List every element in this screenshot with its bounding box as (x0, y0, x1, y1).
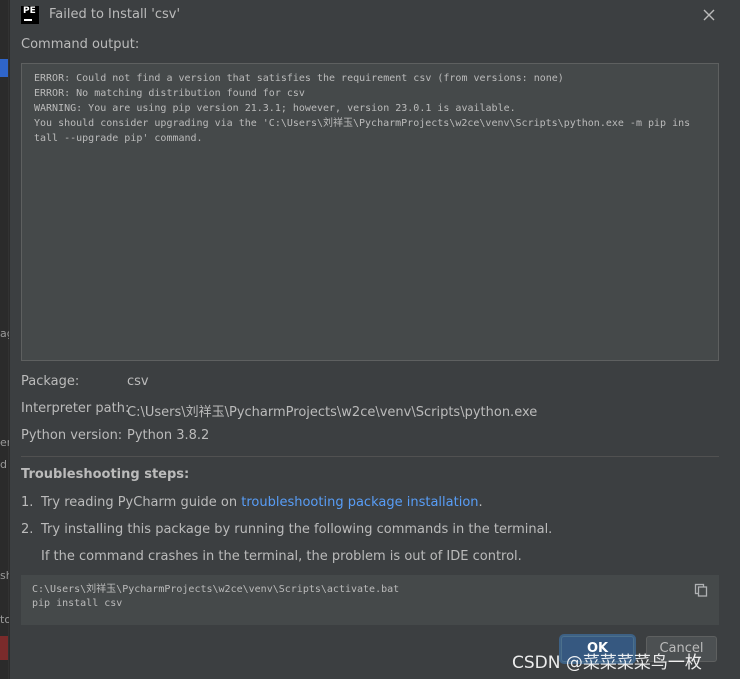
dialog-title: Failed to Install 'csv' (49, 7, 181, 22)
interpreter-value: C:\Users\刘祥玉\PycharmProjects\w2ce\venv\S… (127, 405, 538, 420)
close-icon[interactable] (700, 6, 718, 24)
ide-fragment: d (0, 458, 7, 471)
step-1-prefix: Try reading PyCharm guide on (41, 495, 242, 510)
command-output-text[interactable]: ERROR: Could not find a version that sat… (21, 63, 719, 361)
dialog-titlebar[interactable]: PE Failed to Install 'csv' (10, 0, 740, 30)
copy-icon[interactable] (694, 583, 708, 597)
divider (21, 456, 719, 457)
step-1-suffix: . (478, 495, 483, 510)
install-failed-dialog: PE Failed to Install 'csv' Command outpu… (9, 0, 740, 679)
command-output-label: Command output: (21, 37, 140, 52)
python-version-label: Python version: (21, 428, 123, 443)
step-2-note: If the command crashes in the terminal, … (41, 549, 522, 564)
troubleshooting-title: Troubleshooting steps: (21, 467, 190, 482)
python-version-value: Python 3.8.2 (127, 428, 210, 443)
package-value: csv (127, 374, 149, 389)
troubleshooting-guide-link[interactable]: troubleshooting package installation (241, 495, 478, 510)
interpreter-label: Interpreter path: (21, 401, 130, 416)
ide-error-strip (0, 636, 8, 660)
command-line: pip install csv (32, 598, 123, 609)
step-text: Try installing this package by running t… (41, 522, 553, 537)
command-line: C:\Users\刘祥玉\PycharmProjects\w2ce\venv\S… (32, 584, 400, 595)
terminal-commands-box[interactable]: C:\Users\刘祥玉\PycharmProjects\w2ce\venv\S… (21, 575, 719, 625)
csdn-watermark: CSDN @菜菜菜菜鸟一枚 (512, 653, 702, 673)
step-number: 1. (21, 495, 34, 510)
step-number: 2. (21, 522, 34, 537)
package-label: Package: (21, 374, 80, 389)
pycharm-edu-icon: PE (21, 6, 39, 24)
ide-selected-item (0, 59, 8, 77)
step-text: Try reading PyCharm guide on troubleshoo… (41, 495, 483, 510)
ide-background-sidebar: ag er d sh to (0, 0, 14, 679)
